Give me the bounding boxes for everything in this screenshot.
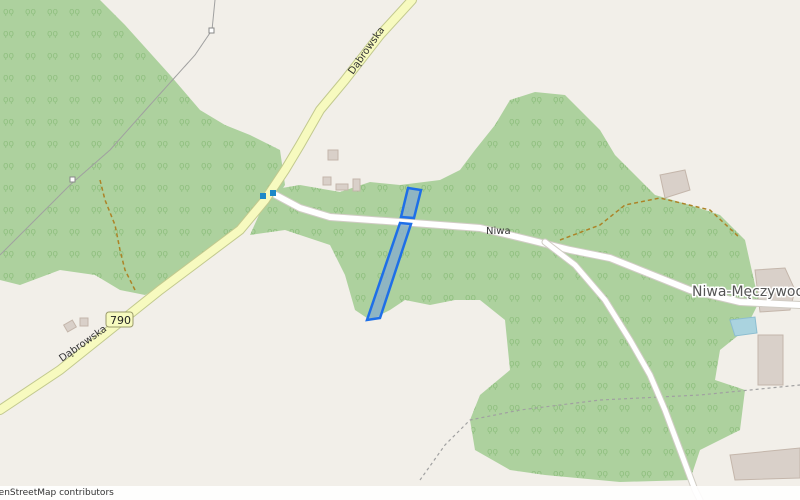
building-cluster-northeast bbox=[659, 169, 691, 199]
building bbox=[327, 149, 339, 161]
map-attribution: © OpenStreetMap contributors bbox=[0, 486, 800, 500]
building bbox=[79, 317, 89, 327]
water-pond bbox=[729, 316, 758, 337]
route-shield-790: 790 bbox=[105, 311, 134, 328]
junction-marker bbox=[270, 190, 276, 196]
boundary-marker-north bbox=[208, 27, 215, 34]
building-east bbox=[757, 334, 784, 386]
building bbox=[62, 319, 78, 333]
boundary-marker-west bbox=[69, 176, 76, 183]
forest-texture-west bbox=[0, 0, 285, 295]
building bbox=[322, 176, 332, 186]
building bbox=[335, 183, 349, 191]
svg-text:790: 790 bbox=[110, 314, 131, 327]
map-layer: ϙϙ bbox=[0, 0, 800, 500]
junction-marker bbox=[260, 193, 266, 199]
road-label-dabrowska-south: Dąbrowska bbox=[57, 324, 109, 365]
map-canvas[interactable]: ϙϙ bbox=[0, 0, 800, 500]
road-label-niwa: Niwa bbox=[486, 226, 511, 237]
place-label-niwa-meczywoda[interactable]: Niwa-Męczywoda bbox=[691, 283, 800, 302]
building-southeast bbox=[729, 447, 800, 481]
road-label-dabrowska-north: Dąbrowska bbox=[346, 25, 387, 77]
building bbox=[352, 178, 361, 192]
attribution-text[interactable]: © OpenStreetMap contributors bbox=[0, 486, 114, 500]
